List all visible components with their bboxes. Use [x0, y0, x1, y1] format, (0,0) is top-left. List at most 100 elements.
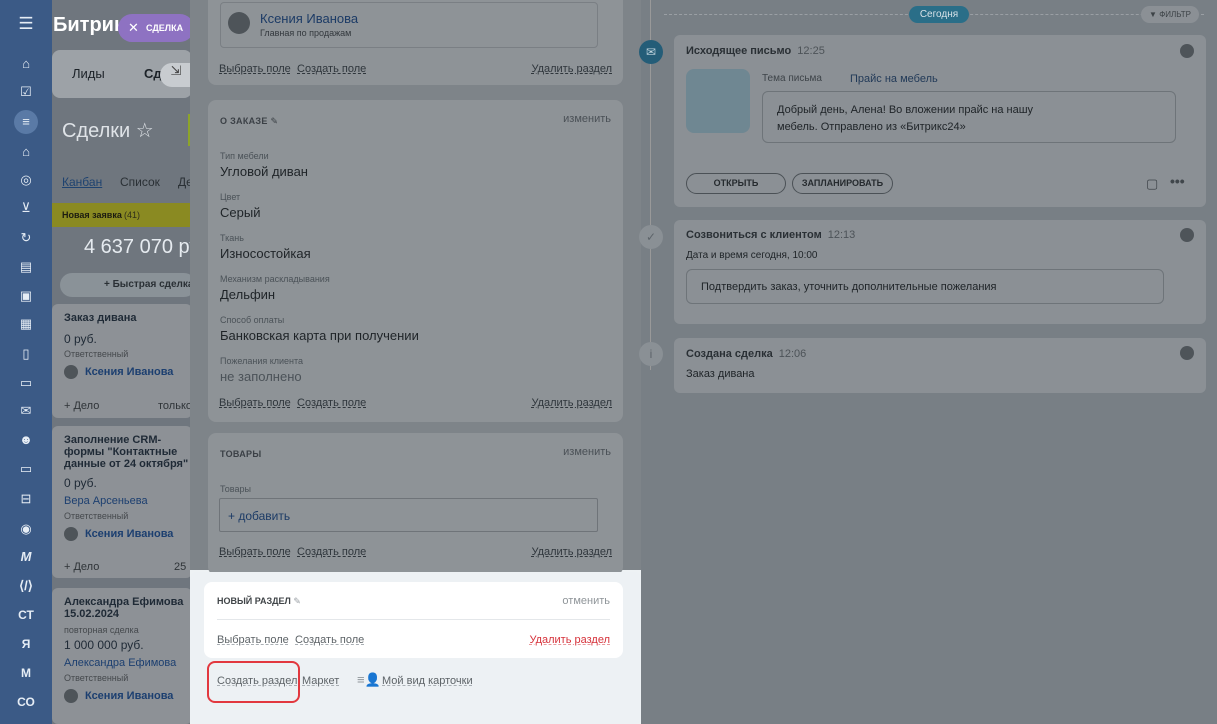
user-initials-ya[interactable]: Я	[0, 637, 52, 651]
field-value[interactable]: Угловой диван	[220, 164, 308, 179]
field-label: Пожелания клиента	[220, 356, 304, 366]
m-logo-icon[interactable]: M	[14, 548, 38, 566]
database-icon[interactable]: ◉	[14, 520, 38, 538]
menu-icon[interactable]: ☰	[14, 15, 38, 33]
collapse-icon[interactable]: ⇲	[160, 63, 192, 87]
people-icon[interactable]: ☻	[14, 431, 38, 449]
robot-icon[interactable]: ⊟	[14, 490, 38, 508]
schedule-button[interactable]: ЗАПЛАНИРОВАТЬ	[792, 173, 893, 194]
home-icon[interactable]: ⌂	[14, 55, 38, 73]
delete-section-link[interactable]: Удалить раздел	[531, 397, 612, 409]
select-field-link[interactable]: Выбрать поле	[217, 634, 289, 646]
deal-card-responsible[interactable]: Ксения Иванова	[85, 366, 173, 378]
deal-card-responsible[interactable]: Ксения Иванова	[85, 528, 173, 540]
email-title-text: Исходящее письмо	[686, 45, 792, 57]
user-initials-st[interactable]: СТ	[0, 608, 52, 622]
avatar	[1180, 346, 1194, 360]
select-field-link[interactable]: Выбрать поле	[219, 546, 291, 558]
delete-section-link[interactable]: Удалить раздел	[529, 634, 610, 646]
pencil-icon[interactable]: ✎	[293, 596, 301, 606]
email-subject[interactable]: Прайс на мебель	[850, 73, 938, 85]
avatar	[228, 12, 250, 34]
tasks-icon[interactable]: ☑	[14, 83, 38, 101]
field-value[interactable]: Дельфин	[220, 287, 275, 302]
close-slider-pill[interactable]: ✕ СДЕЛКА	[118, 14, 194, 42]
refresh-money-icon[interactable]: ↻	[14, 229, 38, 247]
deal-card[interactable]: Александра Ефимова 15.02.2024 повторная …	[52, 588, 192, 724]
filter-label: ФИЛЬТР	[1159, 10, 1191, 19]
new-section-card: НОВЫЙ РАЗДЕЛ ✎ отменить Выбрать поле Соз…	[204, 582, 623, 658]
field-label: Тип мебели	[220, 151, 269, 161]
create-field-link[interactable]: Создать поле	[297, 397, 366, 409]
code-icon[interactable]: ⟨/⟩	[14, 577, 38, 595]
pencil-icon[interactable]: ✎	[271, 116, 279, 126]
open-button[interactable]: ОТКРЫТЬ	[686, 173, 786, 194]
cart-icon[interactable]: ⊻	[14, 199, 38, 217]
target-icon[interactable]: ◎	[14, 171, 38, 189]
view-list[interactable]: Список	[120, 175, 160, 189]
chat-icon[interactable]: ▣	[14, 287, 38, 305]
user-initials-m[interactable]: М	[0, 666, 52, 680]
deal-card-contact[interactable]: Александра Ефимова	[64, 657, 176, 669]
tab-deals[interactable]: Сд	[144, 66, 162, 81]
field-value[interactable]: не заполнено	[220, 369, 302, 384]
document-icon[interactable]: ▯	[14, 345, 38, 363]
field-value[interactable]: Банковская карта при получении	[220, 328, 419, 343]
new-section-title-text: НОВЫЙ РАЗДЕЛ	[217, 596, 291, 606]
deal-card-add-activity[interactable]: + Дело	[64, 561, 99, 573]
deal-card-resp-label: Ответственный	[64, 673, 129, 683]
deal-card[interactable]: Заполнение CRM-формы "Контактные данные …	[52, 426, 192, 578]
filter-icon[interactable]: ≡	[14, 110, 38, 134]
id-card-icon[interactable]: ▭	[14, 460, 38, 478]
create-field-link[interactable]: Создать поле	[297, 63, 366, 75]
section-title: О ЗАКАЗЕ ✎	[220, 116, 278, 127]
market-link[interactable]: Маркет	[302, 675, 339, 687]
bank-icon[interactable]: ⌂	[14, 143, 38, 161]
my-card-view-link[interactable]: Мой вид карточки	[382, 675, 473, 687]
goods-add-link[interactable]: + добавить	[228, 509, 290, 523]
select-field-link[interactable]: Выбрать поле	[219, 63, 291, 75]
quick-deal-label: + Быстрая сделка	[104, 279, 194, 290]
view-kanban[interactable]: Канбан	[62, 175, 102, 189]
close-pill-label: СДЕЛКА	[146, 23, 184, 33]
field-value[interactable]: Серый	[220, 205, 260, 220]
select-field-link[interactable]: Выбрать поле	[219, 397, 291, 409]
check-icon[interactable]: ✓	[639, 225, 663, 249]
create-field-link[interactable]: Создать поле	[295, 634, 364, 646]
responsible-section: Ксения Иванова Главная по продажам Выбра…	[208, 0, 623, 85]
mail-icon[interactable]: ✉	[14, 402, 38, 420]
avatar	[64, 365, 78, 379]
responsible-name[interactable]: Ксения Иванова	[260, 11, 358, 26]
calendar-icon[interactable]: ▦	[14, 315, 38, 333]
quick-deal-button[interactable]: + Быстрая сделка	[60, 273, 196, 297]
edit-section-link[interactable]: изменить	[563, 113, 611, 125]
deal-card-responsible[interactable]: Ксения Иванова	[85, 690, 173, 702]
tab-leads[interactable]: Лиды	[72, 66, 105, 81]
call-text: Подтвердить заказ, уточнить дополнительн…	[701, 281, 997, 293]
email-title: Исходящее письмо 12:25	[686, 45, 825, 57]
deal-card-add-activity[interactable]: + Дело	[64, 400, 99, 412]
more-icon[interactable]: •••	[1170, 173, 1185, 189]
edit-section-link[interactable]: изменить	[563, 446, 611, 458]
create-field-link[interactable]: Создать поле	[297, 546, 366, 558]
field-value[interactable]: Износостойкая	[220, 246, 311, 261]
filter-button[interactable]: ▼ ФИЛЬТР	[1141, 6, 1199, 23]
cancel-link[interactable]: отменить	[562, 595, 610, 607]
crm-tabs: Лиды Сд ⇲	[52, 50, 192, 98]
note-icon[interactable]: ▢	[1146, 176, 1158, 192]
deal-card[interactable]: Заказ дивана 0 руб. Ответственный Ксения…	[52, 304, 192, 418]
invoice-icon[interactable]: ▤	[14, 258, 38, 276]
goods-add-field[interactable]: + добавить	[219, 498, 598, 532]
created-title: Создана сделка 12:06	[686, 348, 806, 360]
delete-section-link[interactable]: Удалить раздел	[531, 546, 612, 558]
delete-section-link[interactable]: Удалить раздел	[531, 63, 612, 75]
email-body-line2: мебель. Отправлено из «Битрикс24»	[777, 121, 966, 133]
user-initials-so[interactable]: СО	[0, 695, 52, 709]
inbox-icon[interactable]: ▭	[14, 374, 38, 392]
deal-card-extra: 25	[174, 561, 187, 573]
star-icon[interactable]: ☆	[136, 120, 154, 142]
deal-card-contact[interactable]: Вера Арсеньева	[64, 495, 148, 507]
close-icon[interactable]: ✕	[128, 20, 139, 36]
envelope-icon	[686, 69, 750, 133]
created-title-text: Создана сделка	[686, 348, 773, 360]
